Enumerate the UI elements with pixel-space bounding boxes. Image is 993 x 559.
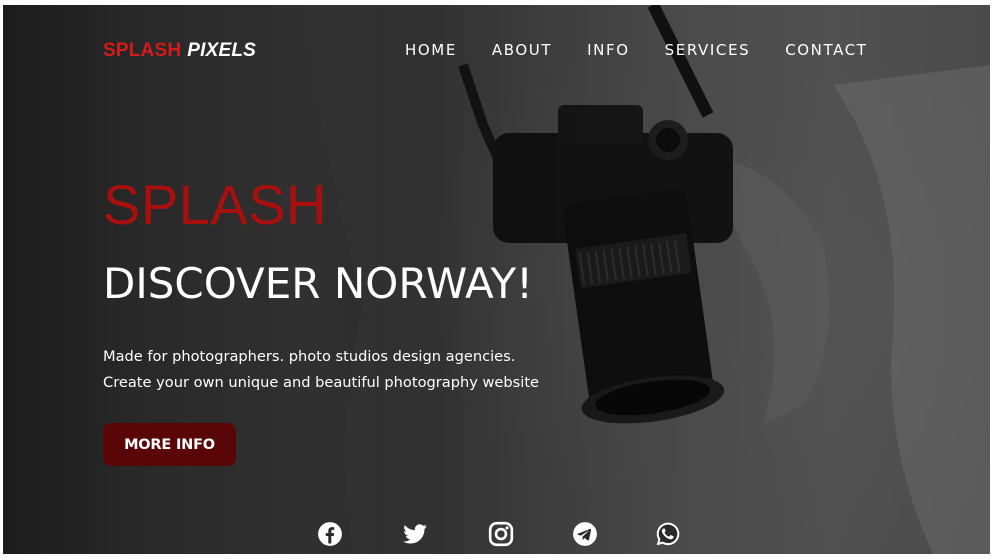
hero-description-line-2: Create your own unique and beautiful pho… <box>103 374 540 391</box>
brand-logo-part1: SPLASH <box>103 40 182 61</box>
nav-services[interactable]: SERVICES <box>665 41 751 59</box>
nav-contact[interactable]: CONTACT <box>785 41 867 59</box>
twitter-icon[interactable] <box>402 521 428 547</box>
nav-info[interactable]: INFO <box>587 41 629 59</box>
social-links <box>317 521 687 551</box>
hero-section: SPLASH PIXELS HOME ABOUT INFO SERVICES CO… <box>3 5 990 554</box>
hero-kicker: SPLASH <box>103 173 327 236</box>
more-info-button[interactable]: MORE INFO <box>103 423 236 466</box>
hero-description: Made for photographers. photo studios de… <box>103 344 539 396</box>
main-navigation: HOME ABOUT INFO SERVICES CONTACT <box>405 41 868 59</box>
whatsapp-icon[interactable] <box>655 521 681 547</box>
hero-description-line-1: Made for photographers. photo studios de… <box>103 348 516 365</box>
instagram-icon[interactable] <box>488 521 514 547</box>
brand-logo-part2: PIXELS <box>187 40 257 61</box>
facebook-icon[interactable] <box>317 521 343 547</box>
brand-logo[interactable]: SPLASH PIXELS <box>103 40 256 62</box>
nav-about[interactable]: ABOUT <box>492 41 552 59</box>
hero-title: DISCOVER NORWAY! <box>103 259 533 308</box>
nav-home[interactable]: HOME <box>405 41 457 59</box>
telegram-icon[interactable] <box>572 521 598 547</box>
